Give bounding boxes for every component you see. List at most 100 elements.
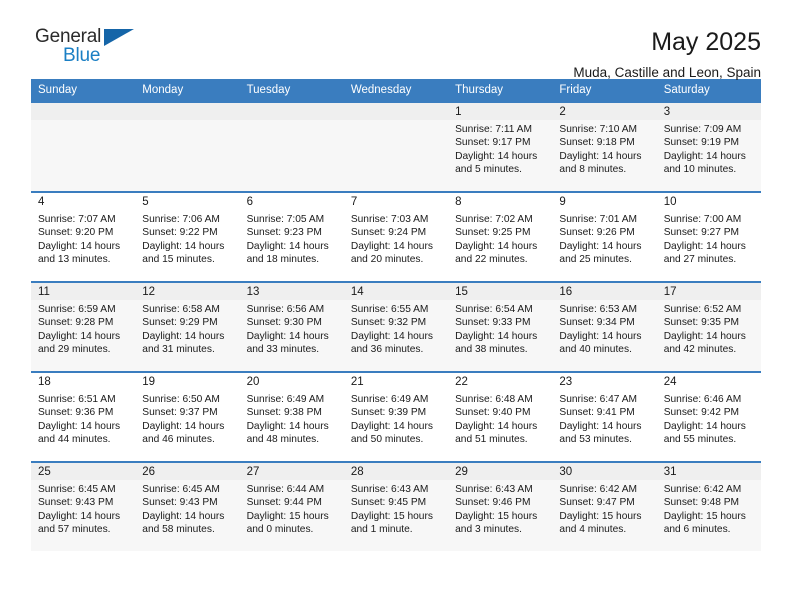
calendar-day-cell[interactable]: 18 Sunrise: 6:51 AM Sunset: 9:36 PM Dayligh… bbox=[31, 371, 136, 462]
sunset-text: Sunset: 9:43 PM bbox=[38, 497, 114, 509]
sunset-text: Sunset: 9:28 PM bbox=[38, 317, 114, 329]
sunrise-text: Sunrise: 7:01 AM bbox=[559, 214, 637, 225]
calendar-week-row: 1 Sunrise: 7:11 AM Sunset: 9:17 PM Daylight… bbox=[31, 101, 761, 192]
daylight-text-line1: Daylight: 14 hours bbox=[559, 240, 642, 252]
calendar-day-cell[interactable]: 31 Sunrise: 6:42 AM Sunset: 9:48 PM Dayligh… bbox=[656, 461, 761, 552]
sunset-text: Sunset: 9:37 PM bbox=[142, 407, 218, 419]
calendar-day-cell[interactable]: 16 Sunrise: 6:53 AM Sunset: 9:34 PM Dayligh… bbox=[552, 281, 657, 372]
day-number: 8 bbox=[455, 196, 462, 208]
daylight-text-line1: Daylight: 14 hours bbox=[350, 240, 433, 252]
weekday-header-saturday: Saturday bbox=[656, 79, 761, 102]
daylight-text-line2: and 55 minutes. bbox=[663, 434, 737, 446]
calendar-day-cell[interactable]: 24 Sunrise: 6:46 AM Sunset: 9:42 PM Dayligh… bbox=[656, 371, 761, 462]
calendar-day-cell[interactable]: 19 Sunrise: 6:50 AM Sunset: 9:37 PM Dayligh… bbox=[135, 371, 240, 462]
daylight-text-line1: Daylight: 14 hours bbox=[663, 240, 746, 252]
day-number: 24 bbox=[663, 376, 677, 388]
calendar-day-cell[interactable]: 5 Sunrise: 7:06 AM Sunset: 9:22 PM Daylight… bbox=[135, 191, 240, 282]
sunrise-text: Sunrise: 6:42 AM bbox=[663, 484, 742, 495]
daylight-text-line1: Daylight: 14 hours bbox=[663, 150, 746, 162]
daylight-text-line1: Daylight: 14 hours bbox=[663, 330, 746, 342]
day-details: Sunrise: 6:56 AM Sunset: 9:30 PM Daylight:… bbox=[239, 300, 344, 371]
daylight-text-line2: and 51 minutes. bbox=[455, 434, 528, 446]
day-number bbox=[343, 103, 449, 120]
blue-triangle-flag-icon bbox=[104, 29, 134, 46]
calendar-day-cell[interactable]: 1 Sunrise: 7:11 AM Sunset: 9:17 PM Daylight… bbox=[448, 101, 553, 192]
day-details: Sunrise: 6:55 AM Sunset: 9:32 PM Daylight:… bbox=[343, 300, 449, 371]
day-number: 2 bbox=[552, 103, 657, 120]
daylight-text-line2: and 40 minutes. bbox=[559, 344, 632, 356]
calendar-day-cell[interactable]: 14 Sunrise: 6:55 AM Sunset: 9:32 PM Dayligh… bbox=[343, 281, 449, 372]
day-details: Sunrise: 6:42 AM Sunset: 9:47 PM Daylight:… bbox=[552, 480, 657, 551]
sunset-text: Sunset: 9:33 PM bbox=[455, 317, 531, 329]
calendar-day-cell[interactable]: 8 Sunrise: 7:02 AM Sunset: 9:25 PM Daylight… bbox=[448, 191, 553, 282]
day-details: Sunrise: 6:50 AM Sunset: 9:37 PM Daylight:… bbox=[135, 390, 239, 461]
day-details: Sunrise: 6:52 AM Sunset: 9:35 PM Daylight:… bbox=[656, 300, 761, 371]
calendar-cell-empty bbox=[343, 101, 449, 192]
brand-logo[interactable]: General Blue bbox=[31, 26, 155, 72]
calendar-day-cell[interactable]: 2 Sunrise: 7:10 AM Sunset: 9:18 PM Daylight… bbox=[552, 101, 657, 192]
calendar-day-cell[interactable]: 11 Sunrise: 6:59 AM Sunset: 9:28 PM Dayligh… bbox=[31, 281, 136, 372]
day-number: 18 bbox=[38, 376, 51, 388]
day-details: Sunrise: 7:11 AM Sunset: 9:17 PM Daylight:… bbox=[448, 120, 553, 191]
calendar-day-cell[interactable]: 3 Sunrise: 7:09 AM Sunset: 9:19 PM Daylight… bbox=[656, 101, 761, 192]
calendar-day-cell[interactable]: 29 Sunrise: 6:43 AM Sunset: 9:46 PM Dayligh… bbox=[448, 461, 553, 552]
sunrise-text: Sunrise: 6:54 AM bbox=[455, 304, 533, 315]
calendar-body: 1 Sunrise: 7:11 AM Sunset: 9:17 PM Daylight… bbox=[31, 101, 761, 552]
day-details: Sunrise: 6:49 AM Sunset: 9:39 PM Daylight:… bbox=[344, 390, 448, 461]
sunrise-text: Sunrise: 7:07 AM bbox=[38, 214, 116, 225]
daylight-text-line1: Daylight: 15 hours bbox=[455, 510, 538, 522]
daylight-text-line2: and 58 minutes. bbox=[142, 524, 215, 536]
calendar-day-cell[interactable]: 12 Sunrise: 6:58 AM Sunset: 9:29 PM Dayligh… bbox=[135, 281, 240, 372]
sunset-text: Sunset: 9:36 PM bbox=[38, 407, 114, 419]
daylight-text-line1: Daylight: 14 hours bbox=[246, 240, 329, 252]
day-number: 9 bbox=[559, 196, 566, 208]
calendar-day-cell[interactable]: 21 Sunrise: 6:49 AM Sunset: 9:39 PM Dayligh… bbox=[343, 371, 449, 462]
calendar-day-cell[interactable]: 15 Sunrise: 6:54 AM Sunset: 9:33 PM Dayligh… bbox=[448, 281, 553, 372]
sunset-text: Sunset: 9:32 PM bbox=[350, 317, 427, 329]
calendar-cell-empty bbox=[239, 101, 344, 192]
daylight-text-line1: Daylight: 14 hours bbox=[38, 240, 121, 252]
daylight-text-line1: Daylight: 14 hours bbox=[142, 240, 225, 252]
calendar-day-cell[interactable]: 28 Sunrise: 6:43 AM Sunset: 9:45 PM Dayligh… bbox=[343, 461, 449, 552]
daylight-text-line1: Daylight: 14 hours bbox=[142, 420, 225, 432]
calendar-day-cell[interactable]: 25 Sunrise: 6:45 AM Sunset: 9:43 PM Dayligh… bbox=[31, 461, 136, 552]
day-details: Sunrise: 6:46 AM Sunset: 9:42 PM Daylight:… bbox=[657, 390, 761, 461]
day-details: Sunrise: 7:02 AM Sunset: 9:25 PM Daylight:… bbox=[448, 210, 552, 281]
daylight-text-line2: and 27 minutes. bbox=[663, 254, 737, 266]
calendar-day-cell[interactable]: 23 Sunrise: 6:47 AM Sunset: 9:41 PM Dayligh… bbox=[552, 371, 657, 462]
daylight-text-line2: and 8 minutes. bbox=[559, 164, 627, 176]
calendar-day-cell[interactable]: 4 Sunrise: 7:07 AM Sunset: 9:20 PM Daylight… bbox=[31, 191, 136, 282]
daylight-text-line2: and 4 minutes. bbox=[559, 524, 627, 536]
sunrise-text: Sunrise: 6:49 AM bbox=[350, 394, 429, 405]
page-subtitle: Muda, Castille and Leon, Spain bbox=[573, 65, 761, 80]
calendar-day-cell[interactable]: 20 Sunrise: 6:49 AM Sunset: 9:38 PM Dayligh… bbox=[239, 371, 344, 462]
daylight-text-line2: and 25 minutes. bbox=[559, 254, 632, 266]
day-number: 22 bbox=[455, 376, 468, 388]
weekday-header-tuesday: Tuesday bbox=[239, 79, 344, 102]
sunrise-text: Sunrise: 6:48 AM bbox=[455, 394, 533, 405]
day-details bbox=[239, 120, 344, 191]
calendar-day-cell[interactable]: 30 Sunrise: 6:42 AM Sunset: 9:47 PM Dayligh… bbox=[552, 461, 657, 552]
calendar-day-cell[interactable]: 7 Sunrise: 7:03 AM Sunset: 9:24 PM Daylight… bbox=[343, 191, 449, 282]
daylight-text-line2: and 29 minutes. bbox=[38, 344, 111, 356]
day-details bbox=[31, 120, 136, 191]
calendar-day-cell[interactable]: 17 Sunrise: 6:52 AM Sunset: 9:35 PM Dayligh… bbox=[656, 281, 761, 372]
page-title: May 2025 bbox=[651, 28, 761, 56]
day-details: Sunrise: 6:47 AM Sunset: 9:41 PM Daylight:… bbox=[552, 390, 656, 461]
calendar-day-cell[interactable]: 6 Sunrise: 7:05 AM Sunset: 9:23 PM Daylight… bbox=[239, 191, 344, 282]
calendar-day-cell[interactable]: 26 Sunrise: 6:45 AM Sunset: 9:43 PM Dayligh… bbox=[135, 461, 240, 552]
calendar-day-cell[interactable]: 13 Sunrise: 6:56 AM Sunset: 9:30 PM Dayligh… bbox=[239, 281, 344, 372]
calendar-day-cell[interactable]: 10 Sunrise: 7:00 AM Sunset: 9:27 PM Dayligh… bbox=[656, 191, 761, 282]
sunrise-text: Sunrise: 7:05 AM bbox=[246, 214, 325, 225]
daylight-text-line1: Daylight: 14 hours bbox=[455, 330, 538, 342]
calendar-day-cell[interactable]: 22 Sunrise: 6:48 AM Sunset: 9:40 PM Dayligh… bbox=[448, 371, 553, 462]
daylight-text-line2: and 1 minute. bbox=[350, 524, 413, 536]
sunset-text: Sunset: 9:24 PM bbox=[350, 227, 427, 239]
day-number: 7 bbox=[350, 196, 358, 208]
weekday-header-sunday: Sunday bbox=[31, 79, 136, 102]
calendar-day-cell[interactable]: 9 Sunrise: 7:01 AM Sunset: 9:26 PM Daylight… bbox=[552, 191, 657, 282]
sunset-text: Sunset: 9:39 PM bbox=[350, 407, 427, 419]
daylight-text-line2: and 42 minutes. bbox=[663, 344, 737, 356]
calendar-day-cell[interactable]: 27 Sunrise: 6:44 AM Sunset: 9:44 PM Dayligh… bbox=[239, 461, 344, 552]
sunrise-text: Sunrise: 6:50 AM bbox=[142, 394, 220, 405]
